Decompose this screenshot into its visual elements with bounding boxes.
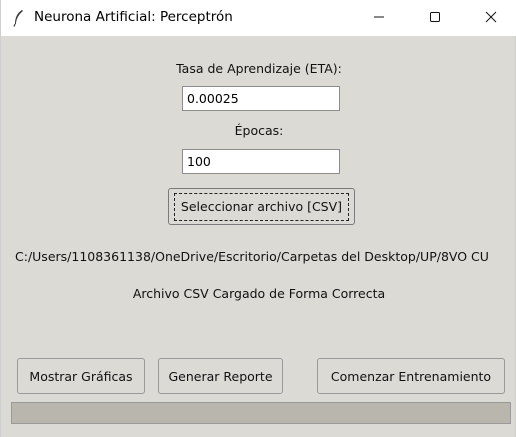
- file-path-text: C:/Users/1108361138/OneDrive/Escritorio/…: [15, 249, 489, 264]
- generate-report-button[interactable]: Generar Reporte: [158, 358, 283, 394]
- maximize-button[interactable]: [412, 0, 458, 36]
- minimize-icon: [373, 11, 385, 26]
- close-icon: [485, 11, 497, 26]
- status-message: Archivo CSV Cargado de Forma Correcta: [132, 286, 386, 301]
- select-file-button-label: Seleccionar archivo [CSV]: [173, 192, 350, 221]
- eta-input[interactable]: [182, 86, 340, 111]
- window-title: Neurona Artificial: Perceptrón: [34, 9, 233, 25]
- start-training-button-label: Comenzar Entrenamiento: [330, 368, 492, 384]
- training-progress-bar: [11, 402, 511, 424]
- eta-label: Tasa de Aprendizaje (ETA):: [176, 61, 342, 76]
- feather-icon: [11, 9, 27, 27]
- generate-report-button-label: Generar Reporte: [168, 368, 273, 384]
- epochs-label: Épocas:: [234, 123, 284, 138]
- minimize-button[interactable]: [356, 0, 402, 36]
- close-button[interactable]: [468, 0, 514, 36]
- show-charts-button-label: Mostrar Gráficas: [29, 368, 133, 384]
- epochs-input[interactable]: [182, 149, 340, 174]
- select-file-button[interactable]: Seleccionar archivo [CSV]: [168, 188, 355, 225]
- maximize-icon: [429, 11, 441, 26]
- title-bar: Neurona Artificial: Perceptrón: [1, 0, 516, 36]
- show-charts-button[interactable]: Mostrar Gráficas: [17, 358, 145, 394]
- start-training-button[interactable]: Comenzar Entrenamiento: [317, 358, 505, 394]
- app-window: Neurona Artificial: Perceptrón Tasa de A…: [0, 0, 516, 437]
